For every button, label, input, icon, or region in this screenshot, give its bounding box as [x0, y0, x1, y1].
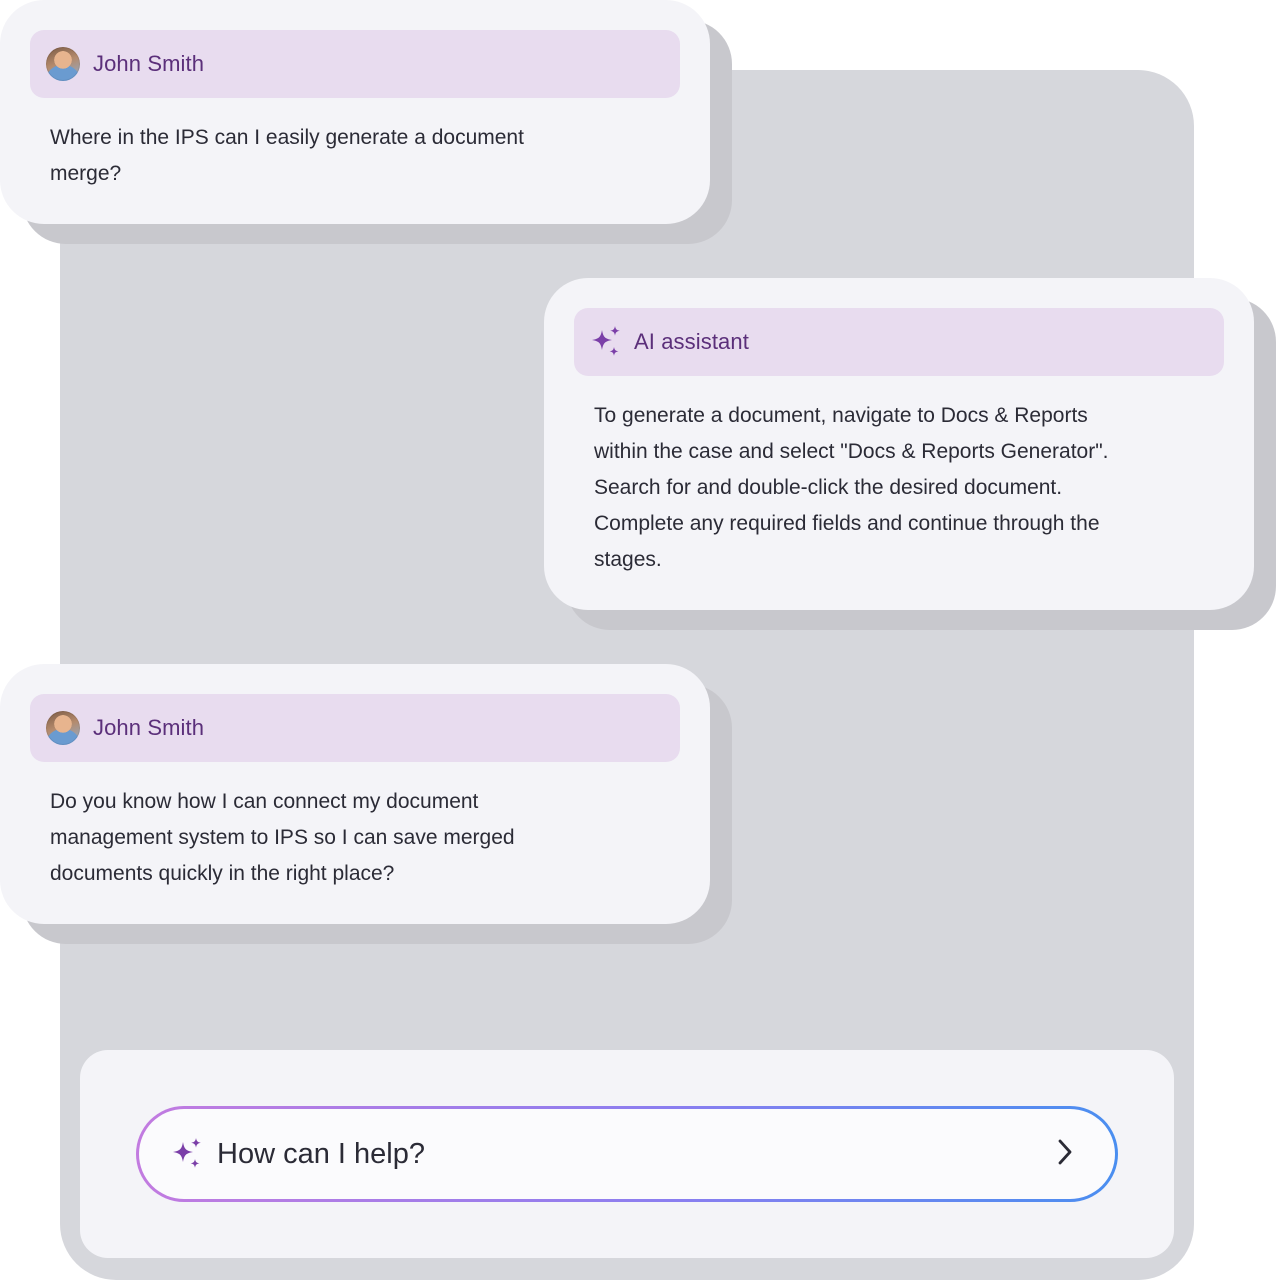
user-message-bubble: John Smith Do you know how I can connect…	[0, 664, 710, 924]
message-header: John Smith	[30, 694, 680, 762]
chat-input-inner	[139, 1109, 1115, 1199]
assistant-message-bubble: AI assistant To generate a document, nav…	[544, 278, 1254, 610]
message-text: To generate a document, navigate to Docs…	[594, 404, 1109, 571]
chevron-right-icon	[1055, 1137, 1075, 1172]
sparkle-icon	[588, 324, 624, 360]
user-message-bubble: John Smith Where in the IPS can I easily…	[0, 0, 710, 224]
user-avatar	[46, 47, 80, 81]
message-header: John Smith	[30, 30, 680, 98]
message-header: AI assistant	[574, 308, 1224, 376]
sender-name: AI assistant	[634, 329, 749, 354]
composer-panel	[80, 1050, 1174, 1258]
sender-name: John Smith	[93, 51, 205, 76]
user-avatar	[46, 711, 80, 745]
chat-input[interactable]	[215, 1123, 1041, 1185]
send-button[interactable]	[1041, 1130, 1089, 1178]
chat-input-container[interactable]	[136, 1106, 1118, 1202]
sender-name: John Smith	[93, 715, 205, 740]
sparkle-icon	[169, 1136, 205, 1172]
message-text: Where in the IPS can I easily generate a…	[50, 126, 524, 185]
message-text: Do you know how I can connect my documen…	[50, 790, 515, 885]
